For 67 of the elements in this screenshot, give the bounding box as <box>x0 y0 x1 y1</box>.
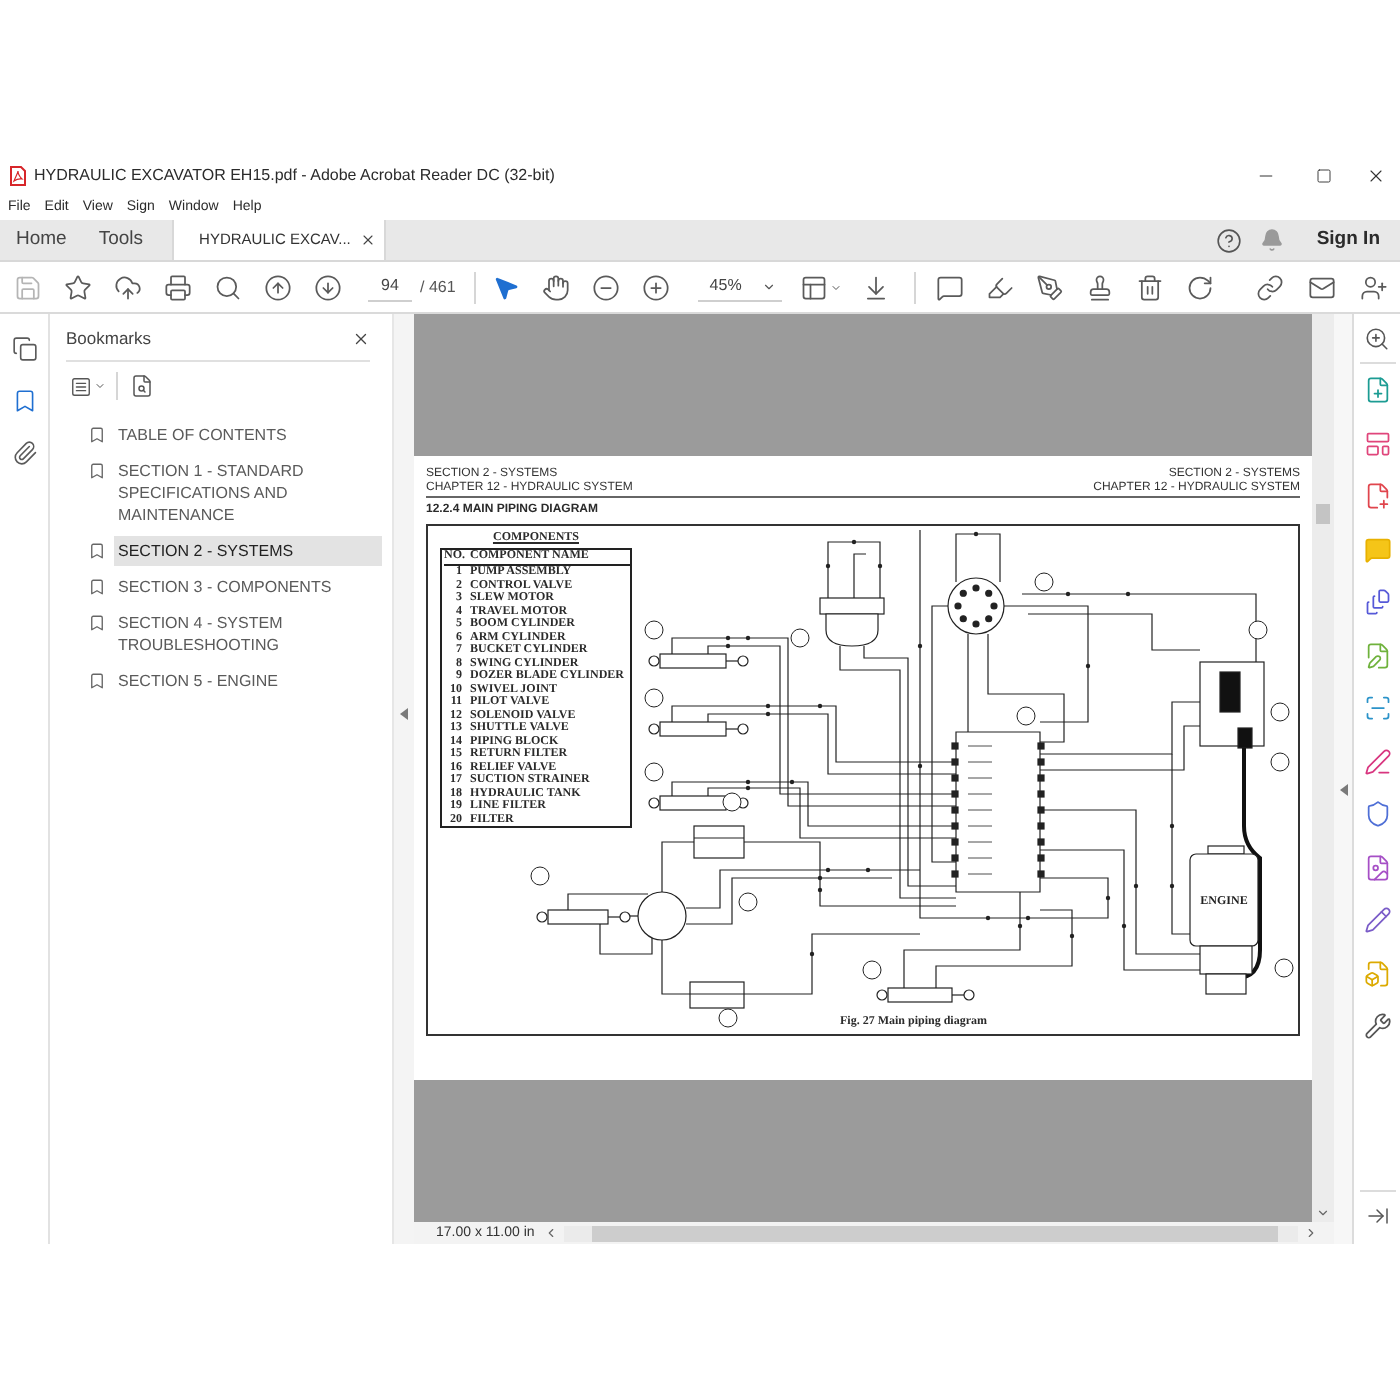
scan-icon[interactable] <box>1363 694 1391 723</box>
caret-icon[interactable] <box>761 279 776 293</box>
rotate-icon[interactable] <box>1186 273 1215 301</box>
file-plus-icon[interactable] <box>1363 376 1391 405</box>
highlighter-icon[interactable] <box>986 273 1015 301</box>
link-icon[interactable] <box>1256 273 1284 301</box>
files-icon[interactable] <box>1363 588 1391 617</box>
pdf-file-icon <box>10 166 26 186</box>
close-icon[interactable] <box>1366 166 1386 186</box>
trash-icon[interactable] <box>1136 273 1165 301</box>
tab[interactable]: Home <box>0 220 83 260</box>
cloud-upload-icon[interactable] <box>113 273 141 301</box>
copy-icon[interactable] <box>11 336 37 362</box>
mail-icon[interactable] <box>1308 273 1336 301</box>
paperclip-icon[interactable] <box>11 440 37 466</box>
download-icon[interactable] <box>861 273 890 301</box>
scroll-right-icon[interactable] <box>1304 1226 1318 1240</box>
list-icon[interactable] <box>70 375 92 397</box>
bookmark-item[interactable]: SECTION 1 - STANDARD SPECIFICATIONS AND MAINTENANCE <box>114 456 382 530</box>
arrow-up-icon[interactable] <box>263 273 291 301</box>
close-icon[interactable] <box>352 330 370 348</box>
hand-icon[interactable] <box>542 273 571 301</box>
collapse-arrow-icon[interactable] <box>400 708 408 720</box>
sign-in-link[interactable]: Sign In <box>1316 225 1380 255</box>
search-icon[interactable] <box>213 273 241 301</box>
window-title: HYDRAULIC EXCAVATOR EH15.pdf - Adobe Acrobat Reader DC (32-bit) <box>34 166 555 186</box>
expand-panel-icon[interactable] <box>1365 1204 1389 1228</box>
zoom-in-icon[interactable] <box>1364 326 1390 352</box>
bookmark-item[interactable]: SECTION 3 - COMPONENTS <box>114 572 382 602</box>
page-number-field[interactable]: 94 <box>368 272 412 302</box>
page-count: / 461 <box>420 275 456 299</box>
bookmark-item[interactable]: SECTION 2 - SYSTEMS <box>114 536 382 566</box>
shield-icon[interactable] <box>1363 800 1391 829</box>
scrollbar-thumb[interactable] <box>1316 504 1330 524</box>
pen-icon[interactable] <box>1363 747 1391 776</box>
scroll-down-icon[interactable] <box>1316 1206 1330 1220</box>
layout-icon[interactable] <box>800 273 829 301</box>
bookmark-icon <box>88 672 106 690</box>
pencil-icon[interactable] <box>1363 906 1391 935</box>
panel-title: Bookmarks <box>66 326 152 352</box>
maximize-icon[interactable] <box>1316 168 1332 184</box>
file-edit-icon[interactable] <box>1363 641 1391 670</box>
zoom-field[interactable]: 45% <box>697 272 782 302</box>
bookmark-icon[interactable] <box>11 388 37 414</box>
pen-nib-icon[interactable] <box>1036 273 1065 301</box>
zoom-out-icon[interactable] <box>592 273 621 301</box>
help-icon[interactable] <box>1216 227 1243 253</box>
add-user-icon[interactable] <box>1360 273 1388 301</box>
pointer-icon[interactable] <box>492 273 521 301</box>
bookmark-item[interactable]: TABLE OF CONTENTS <box>114 420 382 450</box>
scroll-left-icon[interactable] <box>544 1226 559 1240</box>
file-search-icon[interactable] <box>130 374 154 398</box>
close-icon[interactable] <box>360 232 377 248</box>
bookmark-item[interactable]: SECTION 4 - SYSTEM TROUBLESHOOTING <box>114 608 382 660</box>
wrench-icon[interactable] <box>1363 1012 1391 1041</box>
stamp-icon[interactable] <box>1086 273 1115 301</box>
layout-icon[interactable] <box>1363 429 1391 458</box>
bookmark-item[interactable]: SECTION 5 - ENGINE <box>114 666 382 696</box>
file-image-icon[interactable] <box>1363 853 1391 882</box>
tab[interactable]: Tools <box>82 220 160 260</box>
comment-icon[interactable] <box>936 273 965 301</box>
print-icon[interactable] <box>163 273 191 301</box>
arrow-down-icon[interactable] <box>313 273 341 301</box>
collapse-arrow-icon[interactable] <box>1339 784 1347 796</box>
file-plus-icon[interactable] <box>1363 482 1391 511</box>
zoom-in-icon[interactable] <box>642 273 671 301</box>
star-icon[interactable] <box>63 273 91 301</box>
